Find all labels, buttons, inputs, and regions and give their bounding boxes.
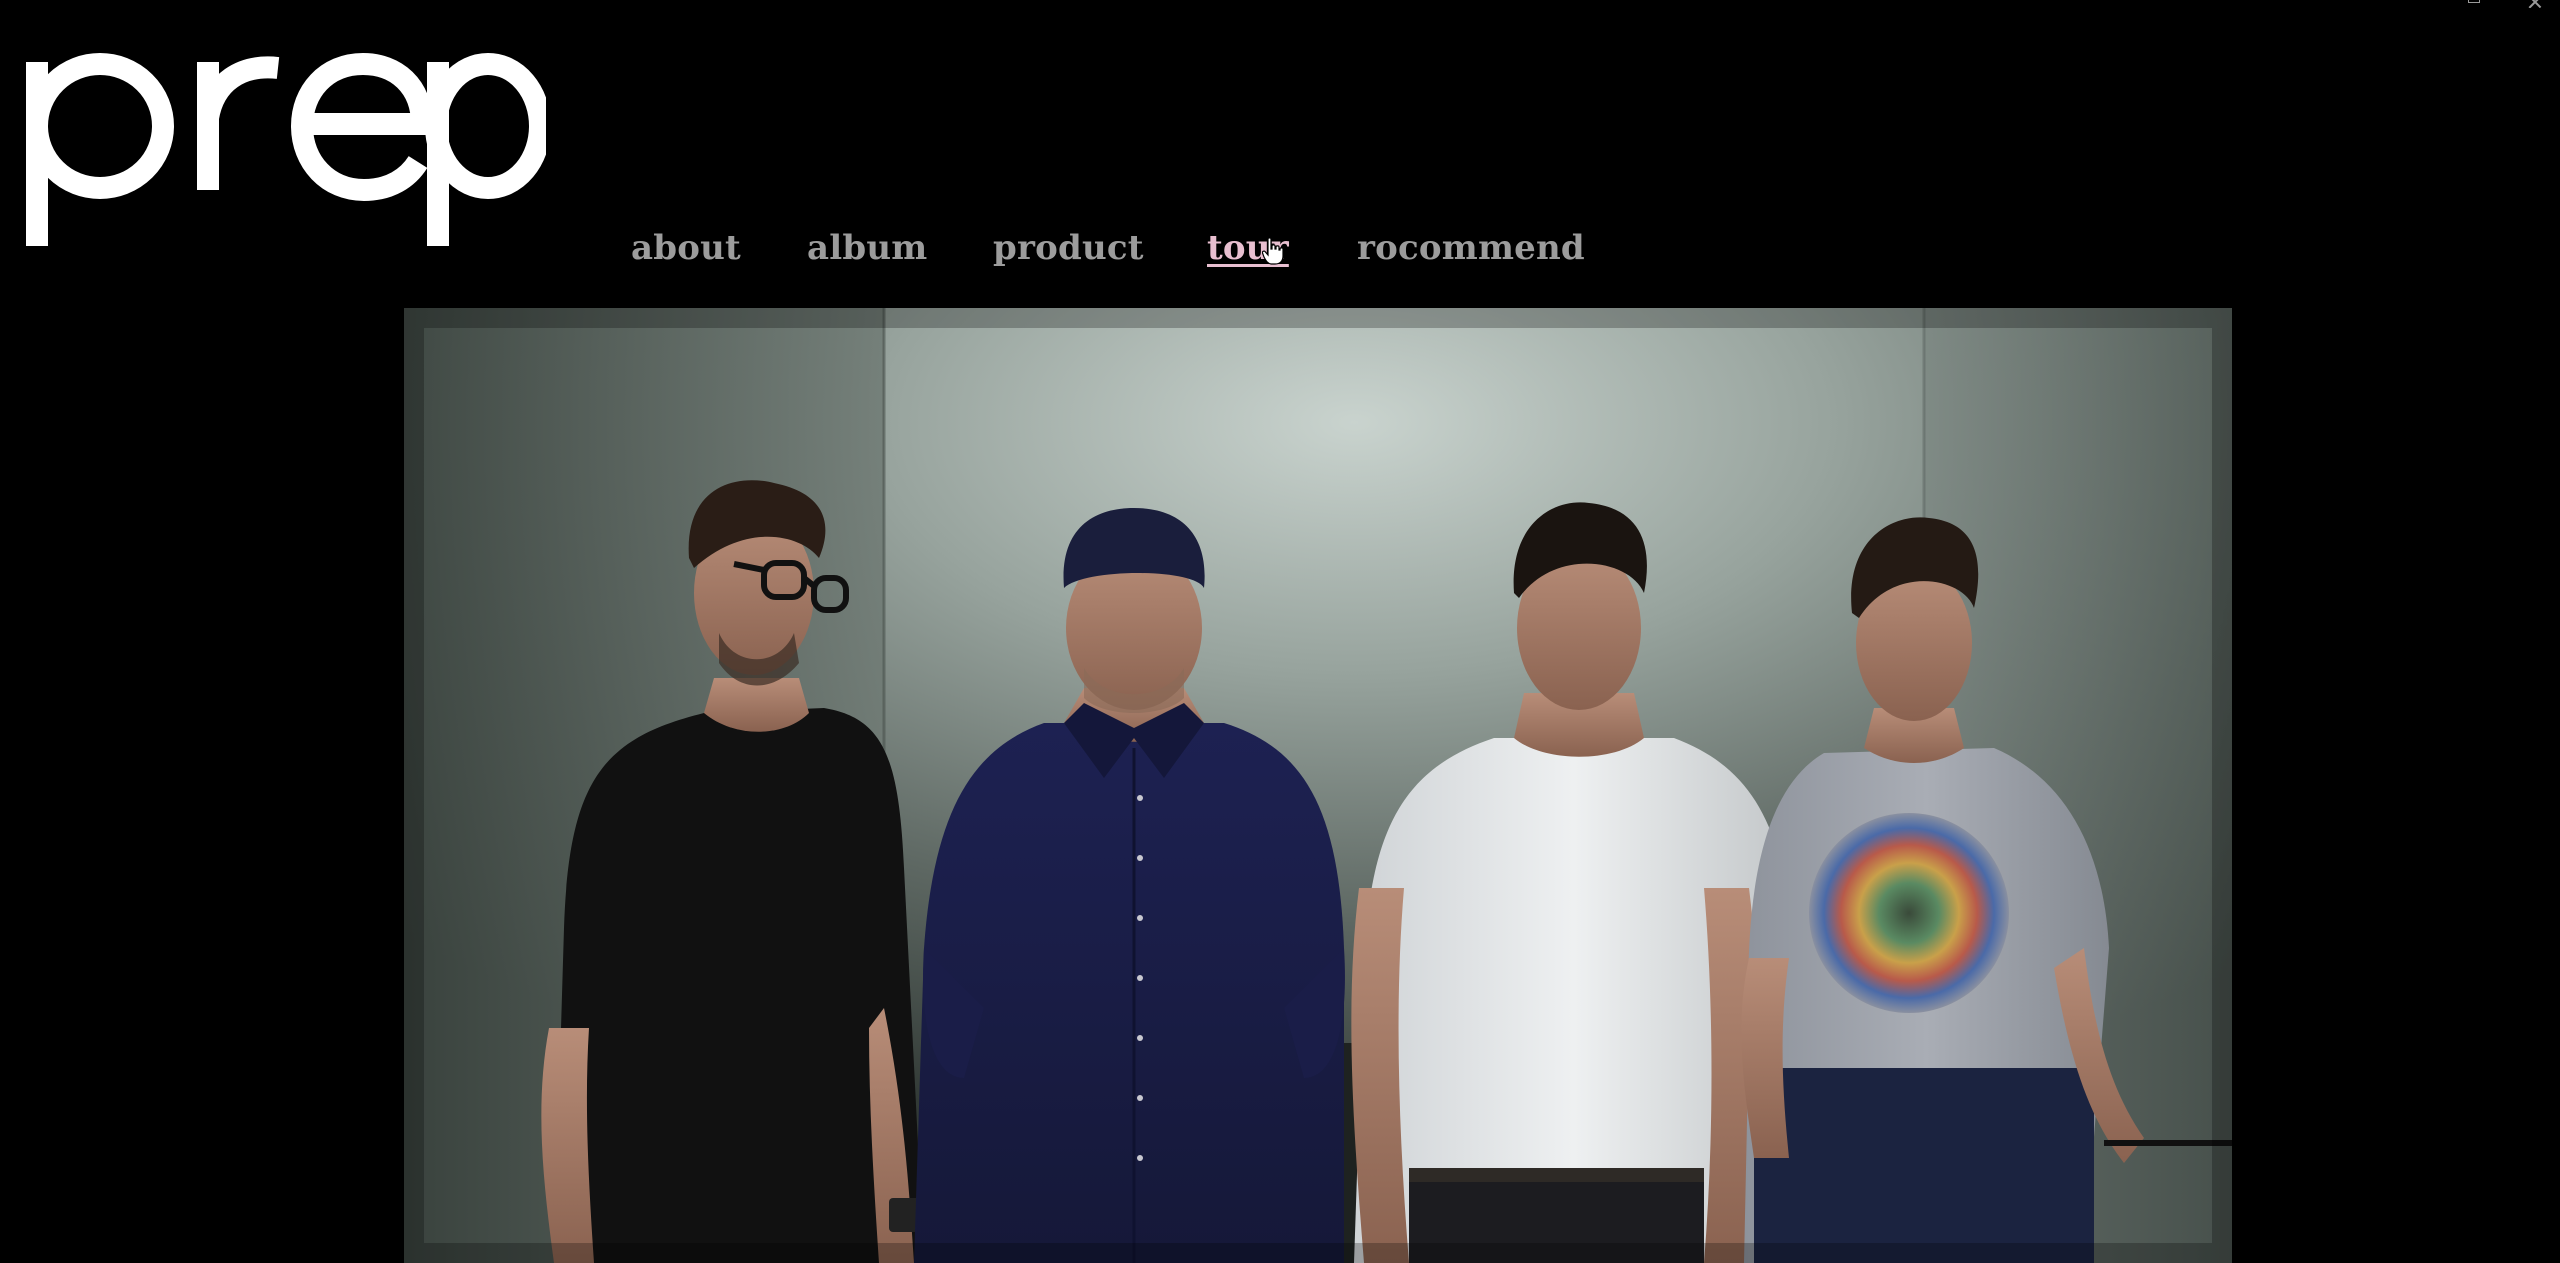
hand-pointer-icon [1262,237,1284,265]
nav-item-rocommend[interactable]: rocommend [1357,228,1597,268]
nav-item-album[interactable]: album [807,228,993,268]
page: about album product tour rocommend [0,0,2560,1263]
band-photo-image [404,308,2232,1263]
window-restore-icon[interactable] [2468,0,2480,3]
nav-item-about[interactable]: about [631,228,807,268]
window-controls [2468,0,2542,8]
nav-item-product[interactable]: product [993,228,1207,268]
window-close-icon[interactable] [2528,0,2542,8]
logo-wordmark-icon [26,52,546,246]
site-logo[interactable] [26,38,546,258]
band-photo [404,308,2232,1263]
main-nav: about album product tour rocommend [631,228,1597,268]
